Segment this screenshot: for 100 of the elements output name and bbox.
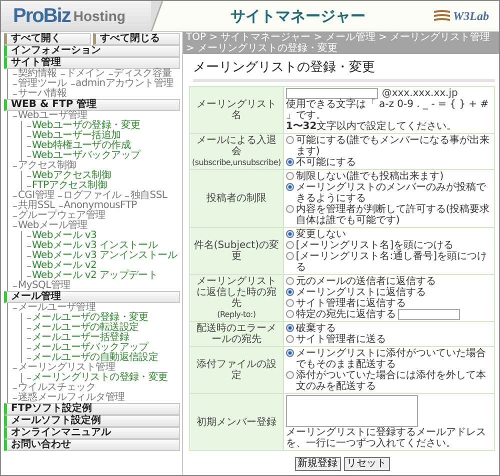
radio-label[interactable]: [メーリングリスト名:通し番号]を頭につける xyxy=(296,251,492,273)
radio-label[interactable]: 元のメールの送信者に返信する xyxy=(296,276,436,287)
radio-button[interactable] xyxy=(286,324,294,332)
section-header[interactable]: メールソフト設定例 xyxy=(4,415,180,427)
toggle-button[interactable]: すべて閉じる xyxy=(93,33,180,45)
nav-link[interactable]: Webメール管理 xyxy=(18,220,88,231)
radio-button[interactable] xyxy=(286,277,294,285)
field-label: メールによる入退会 xyxy=(195,135,278,157)
nav-link[interactable]: Webユーザ管理 xyxy=(18,110,88,121)
radio-button[interactable] xyxy=(286,288,294,296)
nav-link[interactable]: メールユーザの登録・変更 xyxy=(32,312,148,323)
nav-link[interactable]: メーリングリストの登録・変更 xyxy=(32,372,168,383)
radio-button[interactable] xyxy=(286,371,294,379)
nav-link[interactable]: Webユーザの登録・変更 xyxy=(32,120,140,131)
section-header[interactable]: オンラインマニュアル xyxy=(4,427,180,439)
nav-link[interactable]: Web特権ユーザの作成 xyxy=(32,140,131,151)
radio-label[interactable]: メーリングリストに添付がついていた場合でもそのまま配送する xyxy=(296,348,492,370)
radio-button[interactable] xyxy=(286,205,294,213)
nav-link[interactable]: ログファイル xyxy=(63,190,122,201)
nav-link[interactable]: アクセス制御 xyxy=(18,160,76,171)
radio-label[interactable]: サイト管理者に返信する xyxy=(296,298,406,309)
radio-label[interactable]: 変更しない xyxy=(296,229,346,240)
input-field[interactable] xyxy=(398,309,460,320)
stacked-lines-icon xyxy=(433,9,451,23)
nav-link[interactable]: 契約情報 xyxy=(18,68,57,79)
nav-link[interactable]: Webメール v3 インストール xyxy=(32,240,158,251)
nav-link[interactable]: メールユーザ管理 xyxy=(18,302,96,313)
nav-link[interactable]: Webユーザー括追加 xyxy=(32,130,121,141)
section-header[interactable]: サイト管理 xyxy=(4,57,180,69)
form-button[interactable]: リセット xyxy=(344,457,390,471)
section-header[interactable]: インフォメーション xyxy=(4,45,180,57)
radio-label[interactable]: 特定の宛先に返信する xyxy=(296,309,396,320)
nav-link[interactable]: Webメール v2 アップデート xyxy=(32,270,158,281)
radio-button[interactable] xyxy=(286,158,294,166)
radio-button[interactable] xyxy=(286,241,294,249)
field-label: メーリングリストに返信した時の宛先 xyxy=(195,276,278,309)
radio-button[interactable] xyxy=(286,310,294,318)
nav-link[interactable]: メールユーザー括登録 xyxy=(32,332,130,343)
field-label: 件名(Subject)の変更 xyxy=(192,240,280,262)
field-sublabel: (subscribe,unsubscribe) xyxy=(192,157,281,168)
breadcrumb: TOP > サイトマネージャー > メール管理 > メーリングリスト管理 > メーリングリストの登録・変更 xyxy=(183,32,499,54)
radio-button[interactable] xyxy=(286,172,294,180)
nav-link[interactable]: 管理ツール xyxy=(18,78,67,89)
nav-link[interactable]: メールユーザの自動返信設定 xyxy=(32,352,158,363)
radio-label[interactable]: 制限しない(誰でも投稿出来ます) xyxy=(296,171,444,182)
nav-link[interactable]: adminアカウント管理 xyxy=(76,78,174,89)
nav-link[interactable]: グループウェア管理 xyxy=(18,210,106,221)
nav-link[interactable]: CGI管理 xyxy=(18,190,54,201)
nav-link[interactable]: FTPアクセス制御 xyxy=(32,180,108,191)
nav-link[interactable]: メールユーザの転送設定 xyxy=(32,322,139,333)
nav-link[interactable]: メールユーザバックアップ xyxy=(32,342,148,353)
radio-label[interactable]: [メーリングリスト名]を頭につける xyxy=(296,240,454,251)
radio-label[interactable]: 添付がついていた場合には添付を外して本文のみを配送する xyxy=(296,370,492,392)
nav-link[interactable]: Webメール v3 xyxy=(32,230,97,241)
radio-button[interactable] xyxy=(286,299,294,307)
nav-link[interactable]: 独自SSL xyxy=(130,190,168,201)
nav-link[interactable]: Webアクセス制御 xyxy=(32,170,112,181)
radio-button[interactable] xyxy=(286,252,294,260)
radio-button[interactable] xyxy=(286,230,294,238)
section-header[interactable]: WEB & FTP 管理 xyxy=(4,99,180,111)
field-label: 初期メンバー登録 xyxy=(195,416,278,428)
radio-label[interactable]: 破棄する xyxy=(296,323,336,334)
logo: ProBiz Hosting xyxy=(1,1,151,31)
nav-link[interactable]: ドメイン xyxy=(66,68,105,79)
app-title: サイトマネージャー xyxy=(230,6,366,26)
nav-link[interactable]: サーバ情報 xyxy=(18,88,67,99)
radio-button[interactable] xyxy=(286,335,294,343)
radio-label[interactable]: 可能にする(誰でもメンバーになる事が出来ます) xyxy=(296,135,492,157)
field-label: 配送時のエラーメールの宛先 xyxy=(195,323,278,345)
section-header[interactable]: FTPソフト設定例 xyxy=(4,403,180,415)
form-button[interactable]: 新規登録 xyxy=(294,457,340,471)
field-label: メーリングリスト名 xyxy=(195,99,278,121)
section-header[interactable]: お問い合わせ xyxy=(4,439,180,451)
text-area[interactable] xyxy=(286,395,418,427)
radio-label[interactable]: メーリングリストに返信する xyxy=(296,287,426,298)
radio-label[interactable]: メーリングリストのメンバーのみが投稿できるようにする xyxy=(296,182,492,204)
toggle-button[interactable]: すべて開く xyxy=(4,33,91,45)
radio-label[interactable]: 不可能にする xyxy=(296,157,356,168)
field-sublabel: (Reply-to:) xyxy=(216,309,257,320)
brand-logo: W3Lab xyxy=(453,8,489,24)
nav-link[interactable]: メーリングリスト管理 xyxy=(18,362,116,373)
radio-button[interactable] xyxy=(286,183,294,191)
radio-label[interactable]: サイト管理者に送る xyxy=(296,334,386,345)
nav-link[interactable]: AnonymousFTP xyxy=(64,200,137,211)
domain-text: @xxx.xxx.xx.jp xyxy=(382,88,458,99)
radio-button[interactable] xyxy=(286,136,294,144)
hint-text: メーリングリストに登録するメールアドレスを、一行に一つずつ入れてください。 xyxy=(286,427,487,449)
nav-link[interactable]: Webメール v3 アンインストール xyxy=(32,250,178,261)
radio-button[interactable] xyxy=(286,349,294,357)
nav-link[interactable]: Webメール v2 xyxy=(32,260,97,271)
nav-link[interactable]: 迷惑メールフィルタ管理 xyxy=(18,392,125,403)
nav-link[interactable]: Webユーザバックアップ xyxy=(32,150,140,161)
nav-link[interactable]: 共用SSL xyxy=(18,200,55,211)
section-header[interactable]: メール管理 xyxy=(4,291,180,303)
page-title: メーリングリストの登録・変更 xyxy=(193,58,495,82)
nav-link[interactable]: MySQL管理 xyxy=(18,280,70,291)
radio-label[interactable]: 内容を管理者が判断して許可する(投稿要求自体は誰でも可能です) xyxy=(296,204,492,226)
nav-link[interactable]: ウイルスチェック xyxy=(18,382,96,393)
input-field[interactable] xyxy=(286,88,378,99)
nav-link[interactable]: ディスク容量 xyxy=(114,68,172,79)
